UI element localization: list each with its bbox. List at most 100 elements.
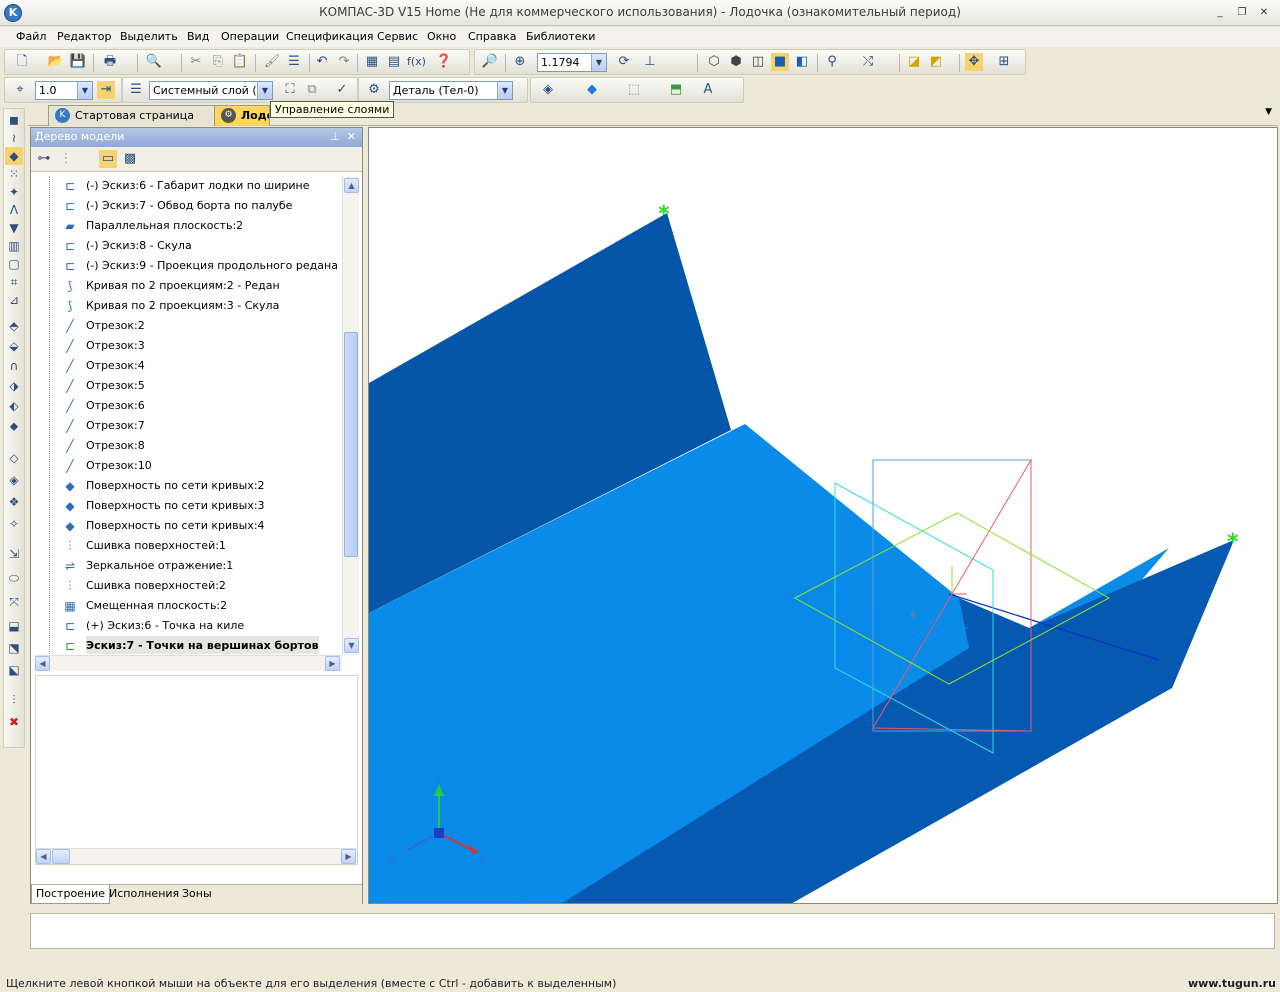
restore-button[interactable]: ❐ (1234, 6, 1250, 21)
redo-icon[interactable]: ↷ (335, 53, 353, 71)
layers-icon[interactable]: ☰ (127, 81, 145, 99)
layer-combo[interactable]: Системный слой (0) ▼ (149, 81, 273, 100)
scroll-right-icon[interactable]: ▶ (341, 849, 356, 864)
tree-item[interactable]: ╱ Отрезок:8 (35, 436, 342, 456)
aux-geometry-icon[interactable]: ✦ (5, 183, 23, 201)
tree-item[interactable]: ◆ Поверхность по сети кривых:2 (35, 476, 342, 496)
tree-item[interactable]: ⫶ Сшивка поверхностей:1 (35, 536, 342, 556)
point-marker-icon[interactable]: * (1227, 530, 1239, 555)
extrude-surface-icon[interactable]: ⬘ (5, 317, 23, 335)
scroll-down-icon[interactable]: ▼ (344, 638, 359, 653)
context-help-icon[interactable]: ❓ (435, 53, 453, 71)
detail-edit-icon[interactable]: ◼ (5, 111, 23, 129)
menu-window[interactable]: Окно (427, 30, 456, 43)
tab-start-page[interactable]: K Стартовая страница (48, 105, 220, 126)
section-icon[interactable]: ◩ (927, 53, 945, 71)
rebuild-icon[interactable]: ⬔ (5, 639, 23, 657)
layer-state-icon[interactable]: ⧉ (303, 81, 321, 99)
round-icon[interactable]: ⇥ (97, 81, 115, 99)
tree-structure-icon[interactable]: ⊶ (35, 150, 53, 168)
filter-tool-icon[interactable]: ▼ (5, 219, 23, 237)
menu-edit[interactable]: Редактор (57, 30, 112, 43)
cut-icon[interactable]: ✂ (187, 53, 205, 71)
material-icon[interactable]: ◈ (539, 81, 557, 99)
scroll-thumb[interactable] (344, 332, 358, 557)
measure-tool-icon[interactable]: Λ (5, 201, 23, 219)
tree-window-icon[interactable]: ▭ (99, 150, 117, 168)
color-icon[interactable]: ◆ (583, 81, 601, 99)
tree-item[interactable]: ⊏ (-) Эскиз:9 - Проекция продольного реда… (35, 256, 342, 276)
text-icon[interactable]: A (699, 81, 717, 99)
filter-icon[interactable]: ⚲ (823, 53, 841, 71)
stitch-surfaces-icon[interactable]: ⫶ (5, 691, 23, 709)
zoom-window-icon[interactable]: 🔎 (481, 53, 499, 71)
tree-item[interactable]: ◆ Поверхность по сети кривых:4 (35, 516, 342, 536)
preview-icon[interactable]: 🔍 (145, 53, 163, 71)
undo-icon[interactable]: ↶ (313, 53, 331, 71)
surface-tool-icon[interactable]: ◆ (5, 147, 23, 165)
hatch-icon[interactable]: ⬚ (625, 81, 643, 99)
chevron-down-icon[interactable]: ▼ (77, 82, 92, 99)
tab-boat[interactable]: ⚙ Лодочка (214, 105, 270, 126)
close-window-button[interactable]: ✕ (1256, 6, 1272, 21)
wireframe-icon[interactable]: ⬡ (705, 53, 723, 71)
tab-variants[interactable]: Исполнения (105, 885, 183, 904)
snap-icon[interactable]: ✥ (965, 53, 983, 71)
shaded-edges-icon[interactable]: ◧ (793, 53, 811, 71)
model-viewport[interactable]: * * * Y Z X (368, 127, 1278, 904)
step-cursor-icon[interactable]: ⌖ (11, 81, 29, 99)
menu-select[interactable]: Выделить (120, 30, 178, 43)
net-points-icon[interactable]: ◈ (5, 471, 23, 489)
manager-icon[interactable]: ▦ (363, 53, 381, 71)
open-folder-icon[interactable]: 📂 (47, 53, 65, 71)
chevron-down-icon[interactable]: ▼ (591, 54, 606, 71)
scroll-thumb[interactable] (52, 849, 70, 864)
scroll-right-icon[interactable]: ▶ (325, 656, 340, 671)
chevron-down-icon[interactable]: ▼ (497, 82, 512, 99)
menu-service[interactable]: Сервис (377, 30, 418, 43)
tree-item[interactable]: ▦ Смещенная плоскость:2 (35, 596, 342, 616)
variables-icon[interactable]: ▤ (385, 53, 403, 71)
export-icon[interactable]: ⬒ (667, 81, 685, 99)
extend-icon[interactable]: ⇲ (5, 545, 23, 563)
save-icon[interactable]: 💾 (69, 53, 87, 71)
tree-sync-icon[interactable]: ▩ (121, 150, 139, 168)
shaded-icon[interactable]: ■ (771, 53, 789, 71)
scroll-up-icon[interactable]: ▲ (344, 178, 359, 193)
join-icon[interactable]: ⬕ (5, 661, 23, 679)
tree-item[interactable]: ⊏ (-) Эскиз:6 - Габарит лодки по ширине (35, 176, 342, 196)
tree-item[interactable]: ▰ Параллельная плоскость:2 (35, 216, 342, 236)
copy-icon[interactable]: ⎘ (209, 53, 227, 71)
stitch-tool-icon[interactable]: ⤧ (5, 593, 23, 611)
paste-icon[interactable]: 📋 (231, 53, 249, 71)
hidden-lines-icon[interactable]: ⬢ (727, 53, 745, 71)
sheet-metal-icon[interactable]: ⊿ (5, 291, 23, 309)
patch-tool-icon[interactable]: ⬓ (5, 617, 23, 635)
chevron-down-icon[interactable]: ▼ (257, 82, 272, 99)
thin-lines-icon[interactable]: ◫ (749, 53, 767, 71)
equidistant-icon[interactable]: ✧ (5, 515, 23, 533)
menu-operations[interactable]: Операции (221, 30, 279, 43)
tree-item[interactable]: ╱ Отрезок:3 (35, 336, 342, 356)
net-surface-icon[interactable]: ◇ (5, 449, 23, 467)
rotate-icon[interactable]: ⟳ (615, 53, 633, 71)
tab-zones[interactable]: Зоны (178, 885, 216, 904)
sweep-surface-icon[interactable]: ∩ (5, 357, 23, 375)
tree-item[interactable]: ╱ Отрезок:6 (35, 396, 342, 416)
measure-icon[interactable]: ⊞ (995, 53, 1013, 71)
properties-horizontal-scrollbar[interactable]: ◀ ▶ (36, 848, 357, 864)
minimize-button[interactable]: _ (1212, 6, 1228, 21)
rotate-surface-icon[interactable]: ⬙ (5, 337, 23, 355)
tree-item[interactable]: ⊏ Эскиз:7 - Точки на вершинах бортов (35, 636, 342, 654)
orientation-icon[interactable]: ⊥ (641, 53, 659, 71)
detail-combo[interactable]: Деталь (Тел-0) ▼ (389, 81, 513, 100)
zoom-in-icon[interactable]: ⊕ (511, 53, 529, 71)
patch-icon[interactable]: ⬖ (5, 397, 23, 415)
close-icon[interactable]: ✕ (347, 128, 356, 146)
dimensions-icon[interactable]: ⌗ (5, 273, 23, 291)
detail-icon[interactable]: ⚙ (365, 81, 383, 99)
scroll-left-icon[interactable]: ◀ (35, 656, 50, 671)
pin-icon[interactable]: ⊥ (330, 128, 340, 146)
tree-item[interactable]: ╱ Отрезок:7 (35, 416, 342, 436)
print-icon[interactable]: 🖶 (101, 53, 119, 71)
